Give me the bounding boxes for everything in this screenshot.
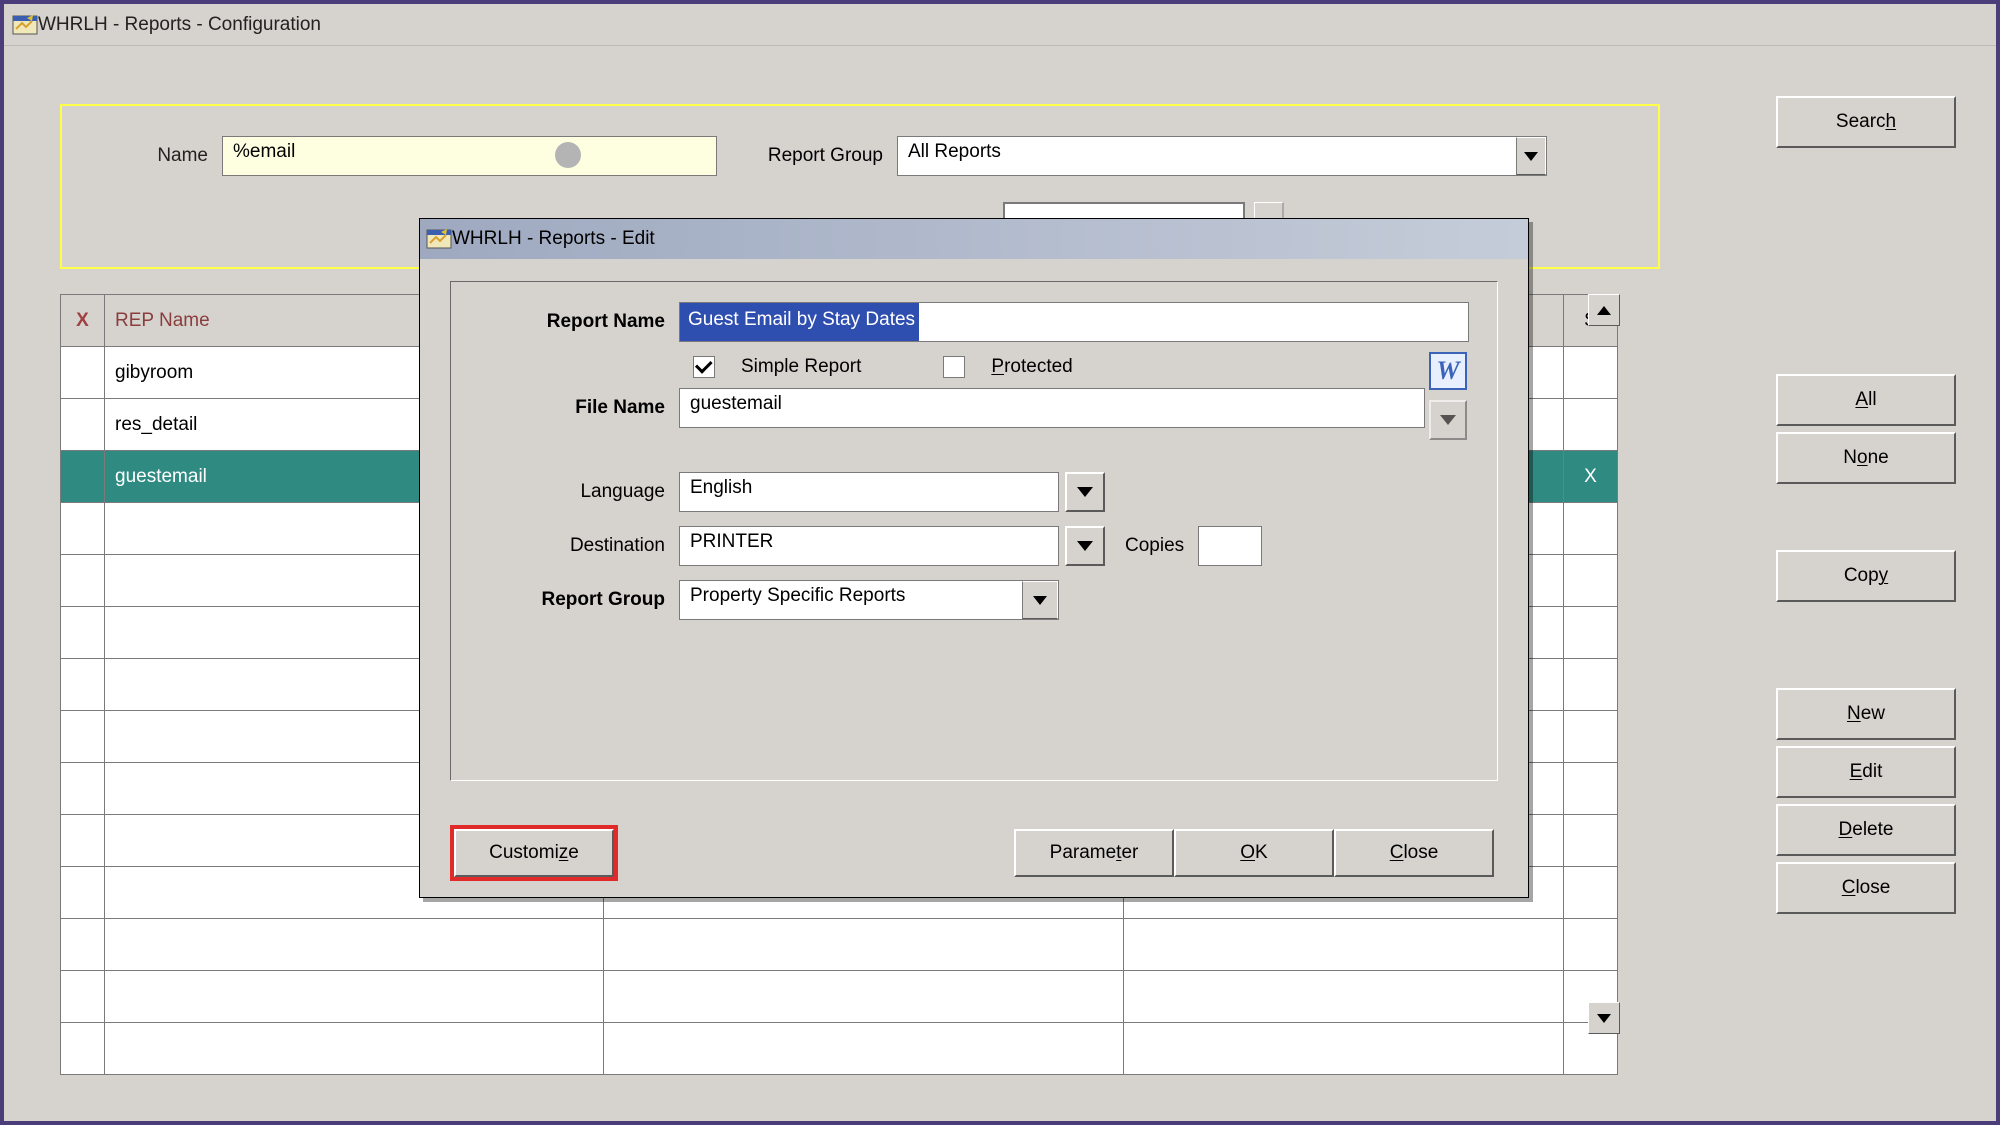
destination-label: Destination [479,535,679,557]
col-header-x[interactable]: X [61,295,105,347]
parameter-button[interactable]: Parameter [1014,829,1174,877]
word-icon[interactable]: W [1429,352,1467,390]
name-label: Name [62,145,222,167]
language-value: English [690,477,752,498]
dropdown-arrow-icon[interactable] [1516,137,1546,175]
file-name-input[interactable]: guestemail [679,388,1425,428]
copies-label: Copies [1125,535,1184,557]
report-group-field-value: Property Specific Reports [690,585,905,606]
new-button[interactable]: New [1776,688,1956,740]
file-name-value: guestemail [690,393,782,414]
table-row[interactable] [61,1023,1618,1075]
report-group-value: All Reports [908,141,1001,162]
dialog-close-button[interactable]: Close [1334,829,1494,877]
copies-input[interactable] [1198,526,1262,566]
simple-report-label: Simple Report [741,356,861,378]
customize-button[interactable]: Customize [454,829,614,877]
report-name-label: Report Name [479,311,679,333]
report-group-field-dropdown[interactable]: Property Specific Reports [679,580,1059,620]
scroll-down-button[interactable] [1588,1002,1620,1034]
none-button[interactable]: None [1776,432,1956,484]
ok-button[interactable]: OK [1174,829,1334,877]
copy-button[interactable]: Copy [1776,550,1956,602]
edit-button[interactable]: Edit [1776,746,1956,798]
action-button-panel: Search All None Copy New Edit Delete Clo… [1776,96,1956,920]
report-group-dropdown[interactable]: All Reports [897,136,1547,176]
table-row[interactable] [61,971,1618,1023]
destination-value: PRINTER [690,531,773,552]
language-label: Language [479,481,679,503]
destination-input[interactable]: PRINTER [679,526,1059,566]
report-name-value: Guest Email by Stay Dates [680,303,919,341]
protected-checkbox[interactable] [943,356,965,378]
report-group-field-label: Report Group [479,589,679,611]
dialog-titlebar[interactable]: WHRLH - Reports - Edit [420,219,1528,259]
cursor-indicator [555,142,581,168]
dialog-button-bar: Customize Parameter OK Close [420,829,1528,877]
file-name-label: File Name [479,397,679,419]
search-button[interactable]: Search [1776,96,1956,148]
main-window-title: WHRLH - Reports - Configuration [38,14,321,36]
dropdown-arrow-icon[interactable] [1022,581,1058,619]
report-group-label: Report Group [717,145,897,167]
delete-button[interactable]: Delete [1776,804,1956,856]
report-edit-dialog: WHRLH - Reports - Edit Report Name Guest… [419,218,1529,898]
destination-lov-button[interactable] [1065,526,1105,566]
name-input-value: %email [233,141,295,162]
table-row[interactable] [61,919,1618,971]
language-input[interactable]: English [679,472,1059,512]
app-icon [426,227,452,251]
app-icon [12,13,38,37]
close-button[interactable]: Close [1776,862,1956,914]
main-window-titlebar: WHRLH - Reports - Configuration [4,4,1996,46]
language-lov-button[interactable] [1065,472,1105,512]
report-name-input[interactable]: Guest Email by Stay Dates [679,302,1469,342]
dialog-title: WHRLH - Reports - Edit [452,228,655,250]
simple-report-checkbox[interactable] [693,356,715,378]
scroll-up-button[interactable] [1588,294,1620,326]
all-button[interactable]: All [1776,374,1956,426]
file-name-lov-button[interactable] [1429,400,1467,440]
protected-label: Protected [991,356,1072,378]
name-input[interactable]: %email [222,136,717,176]
dialog-fields-frame: Report Name Guest Email by Stay Dates Si… [450,281,1498,781]
